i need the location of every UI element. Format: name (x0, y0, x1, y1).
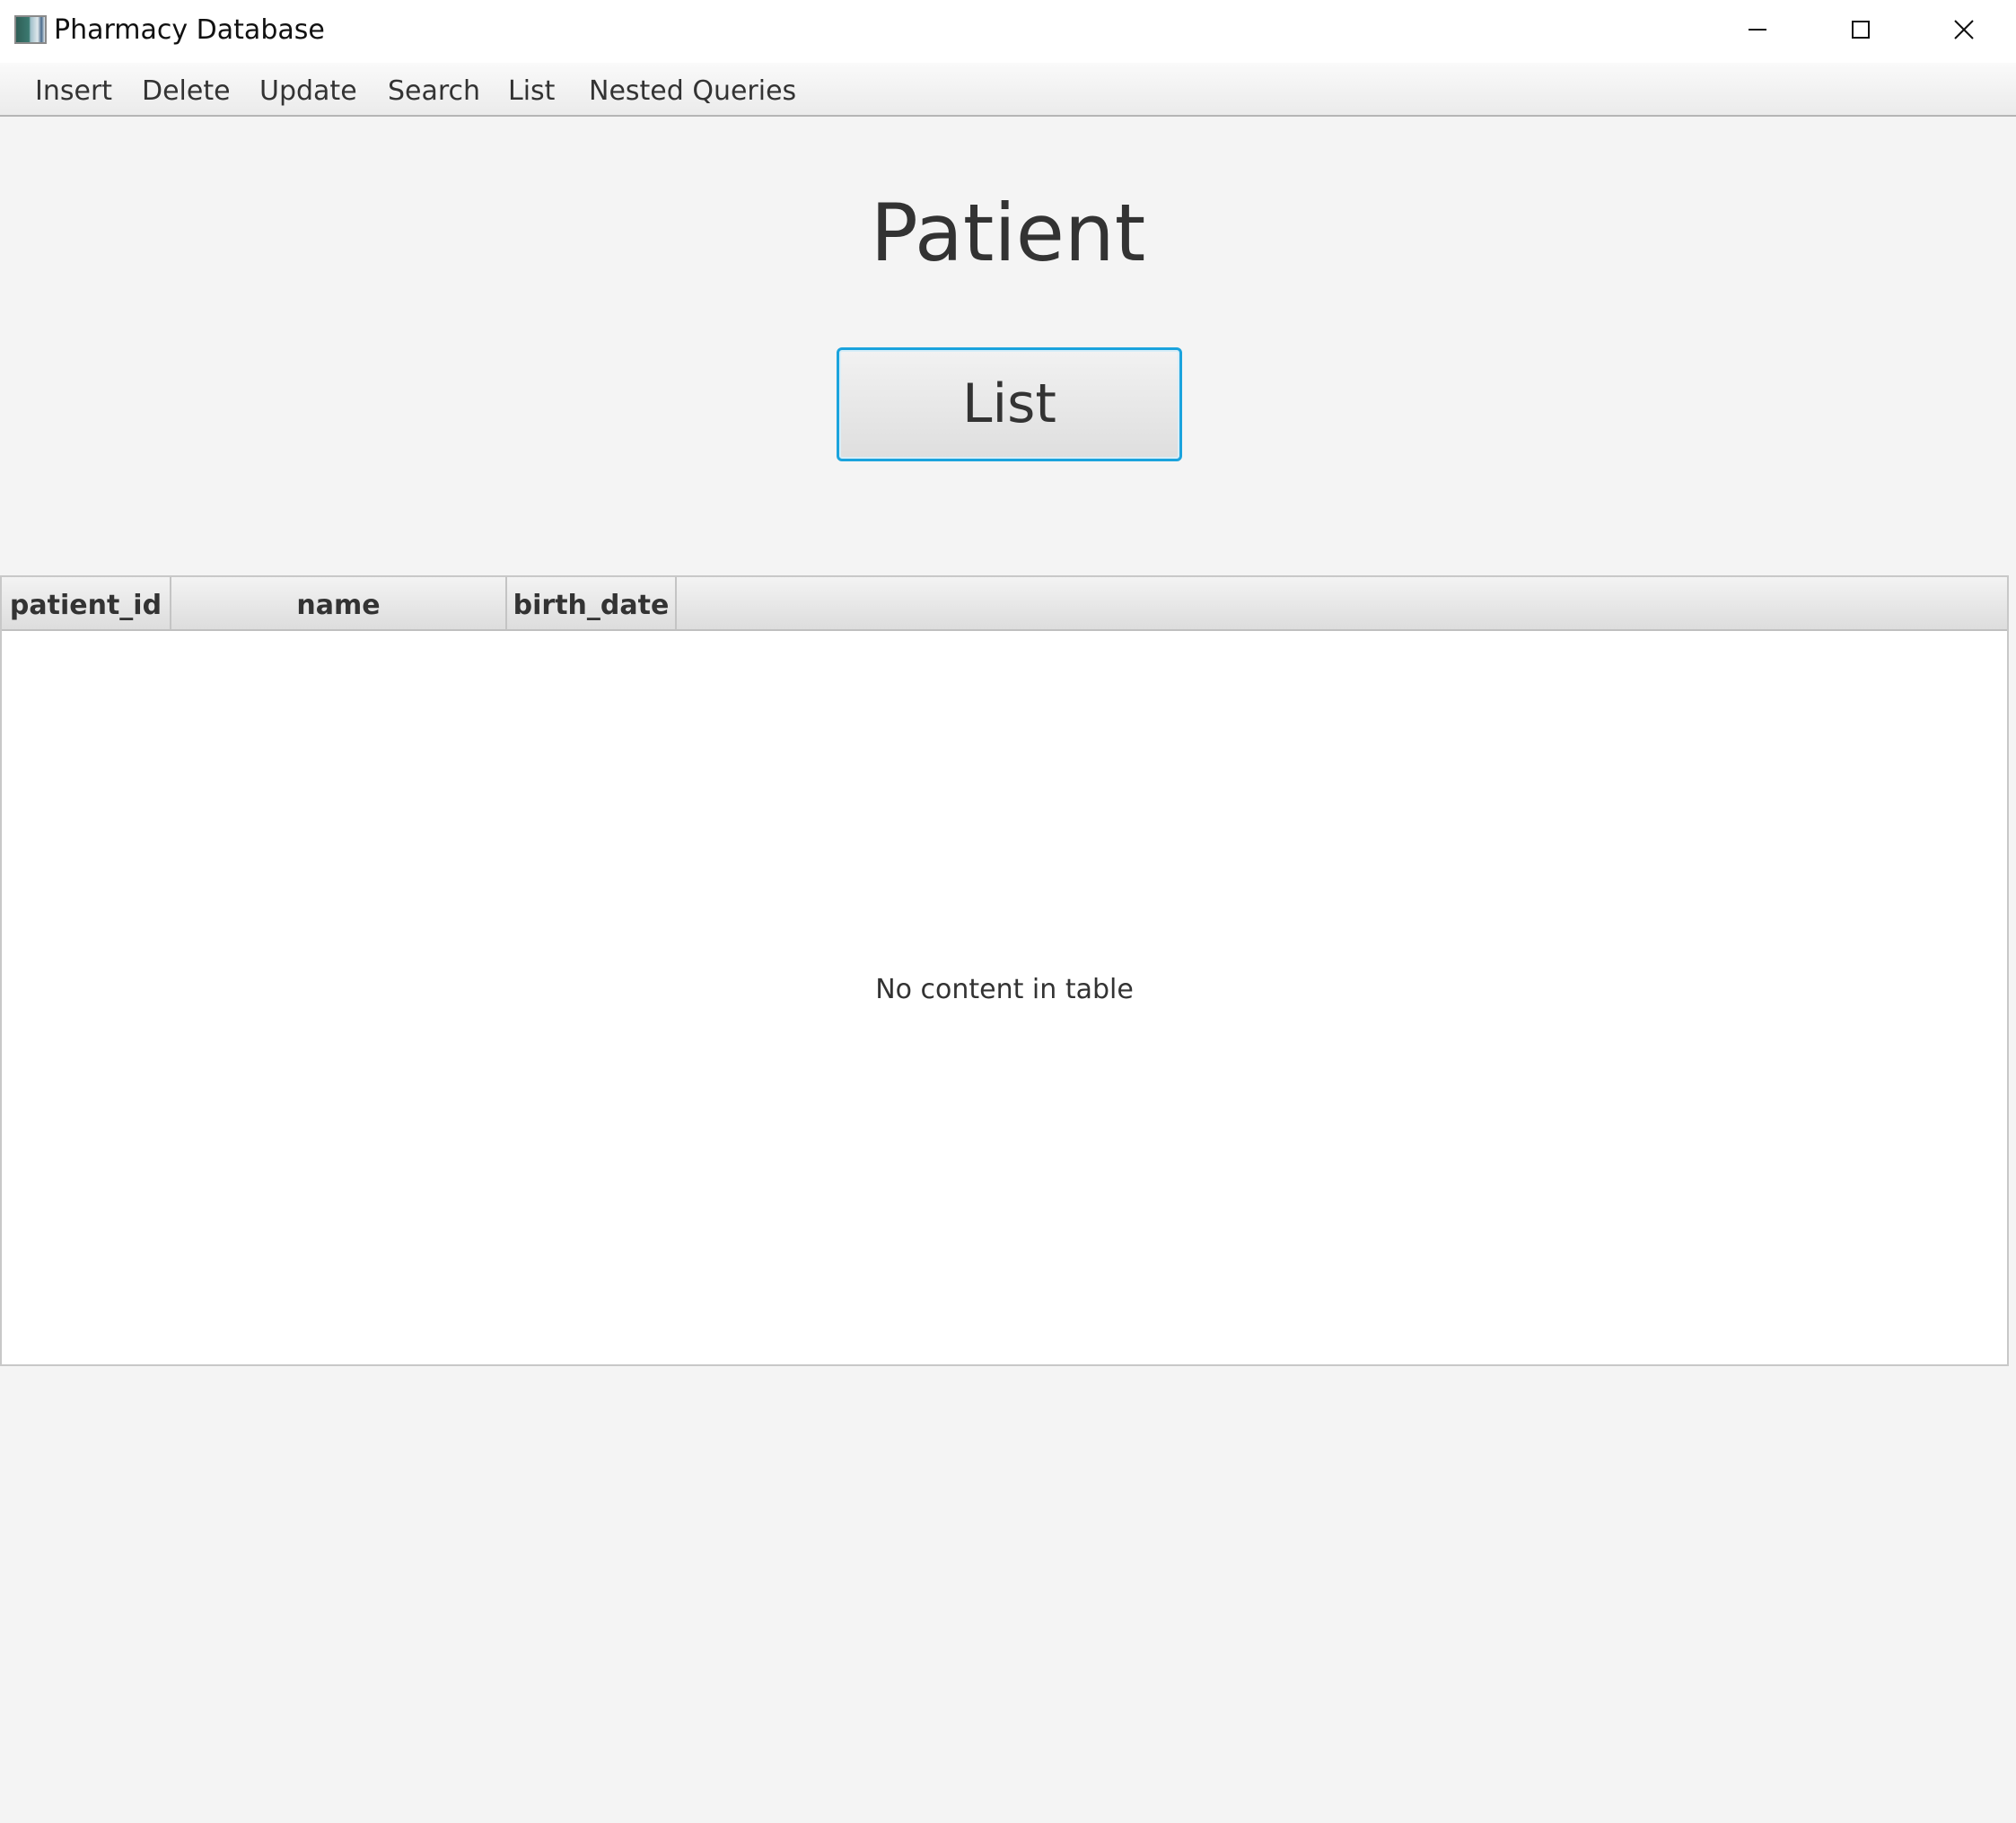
minimize-button[interactable] (1705, 0, 1810, 59)
menu-delete[interactable]: Delete (142, 63, 231, 115)
column-header-birth-date[interactable]: birth_date (507, 577, 677, 629)
menu-bar: Insert Delete Update Search List Nested … (0, 63, 2016, 117)
column-header-name[interactable]: name (171, 577, 507, 629)
menu-insert[interactable]: Insert (35, 63, 112, 115)
title-bar[interactable]: Pharmacy Database (0, 0, 2016, 63)
maximize-button[interactable] (1809, 0, 1913, 59)
page-title: Patient (870, 187, 1146, 279)
column-header-patient-id[interactable]: patient_id (2, 577, 171, 629)
close-button[interactable] (1912, 0, 2016, 59)
table-empty-message: No content in table (875, 974, 1134, 1005)
window-title: Pharmacy Database (54, 14, 325, 46)
menu-search[interactable]: Search (388, 63, 480, 115)
app-window: Pharmacy Database Insert Delete Update S… (0, 0, 2016, 1823)
patient-table[interactable]: patient_id name birth_date No content in… (0, 575, 2009, 1366)
close-icon (1954, 20, 1974, 39)
minimize-icon (1749, 29, 1766, 31)
app-icon (14, 15, 47, 44)
maximize-icon (1852, 21, 1870, 39)
menu-nested-queries[interactable]: Nested Queries (589, 63, 796, 115)
menu-list[interactable]: List (508, 63, 555, 115)
list-button[interactable]: List (837, 347, 1182, 461)
menu-update[interactable]: Update (259, 63, 357, 115)
column-header-filler (677, 577, 2007, 629)
table-header: patient_id name birth_date (2, 577, 2007, 631)
